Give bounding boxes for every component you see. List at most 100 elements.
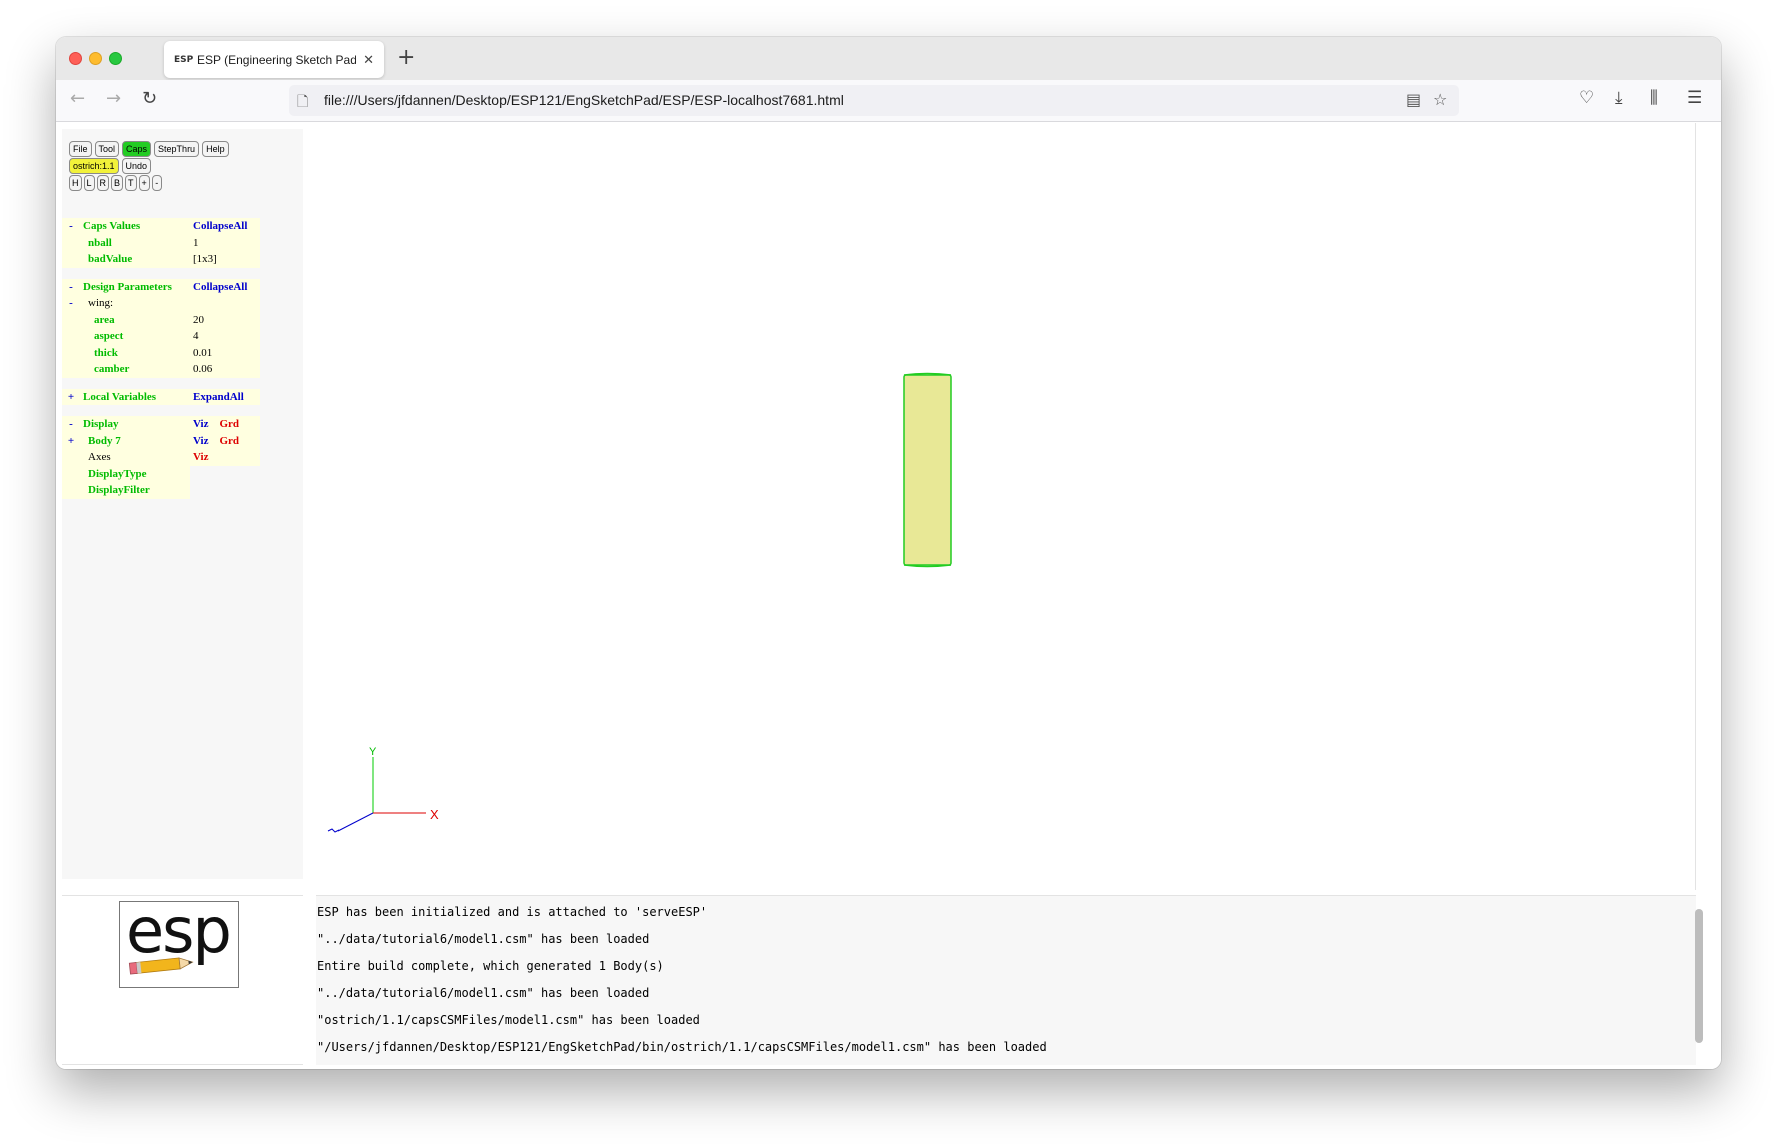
esp-favicon-icon: ESP: [174, 54, 194, 65]
logo-panel: esp: [62, 894, 303, 1065]
main-button-row: File Tool Caps StepThru Help: [69, 141, 229, 157]
new-tab-icon[interactable]: +: [397, 45, 415, 70]
display-viz-link[interactable]: Viz: [193, 418, 208, 430]
help-button[interactable]: Help: [202, 141, 229, 157]
message-line: "../data/tutorial6/model1.csm" has been …: [317, 932, 650, 946]
axes-viz-link[interactable]: Viz: [193, 451, 208, 463]
stepthru-button[interactable]: StepThru: [154, 141, 200, 157]
body-viz-link[interactable]: Viz: [193, 435, 208, 447]
message-line: "/Users/jfdannen/Desktop/ESP121/EngSketc…: [317, 1040, 1047, 1054]
view-bottom-button[interactable]: B: [111, 175, 124, 191]
caps-button[interactable]: Caps: [122, 141, 152, 157]
caps-nball-value[interactable]: 1: [190, 234, 260, 251]
zoom-out-button[interactable]: -: [151, 175, 162, 191]
body-toggle[interactable]: +: [62, 432, 80, 449]
undo-button[interactable]: Undo: [121, 158, 152, 174]
esp-logo: esp: [119, 894, 239, 988]
caps-collapse-all-link[interactable]: CollapseAll: [190, 218, 260, 235]
caps-toggle[interactable]: -: [62, 218, 80, 235]
page-content: File Tool Caps StepThru Help ostrich:1.1…: [56, 123, 1721, 1069]
design-collapse-all-link[interactable]: CollapseAll: [190, 278, 260, 295]
tree-row: + Body 7 Viz Grd: [62, 432, 260, 449]
menu-icon[interactable]: ☰: [1687, 88, 1702, 108]
local-expand-all-link[interactable]: ExpandAll: [190, 388, 260, 405]
browser-window: ESP ESP (Engineering Sketch Pad, V ✕ + ←…: [56, 37, 1721, 1069]
ostrich-button[interactable]: ostrich:1.1: [69, 158, 119, 174]
view-top-button[interactable]: T: [125, 175, 137, 191]
navigation-bar: ← → ↻ 🗋 file:///Users/jfdannen/Desktop/E…: [56, 80, 1721, 122]
caps-badvalue-name[interactable]: badValue: [80, 251, 190, 268]
caps-values-header: - Caps Values CollapseAll: [62, 218, 260, 235]
display-type-link[interactable]: DisplayType: [80, 465, 190, 482]
axes-triad: Y X: [327, 746, 439, 833]
tree-row: camber 0.06: [62, 361, 260, 378]
pocket-icon[interactable]: ♡: [1579, 88, 1594, 108]
display-grd-link[interactable]: Grd: [219, 418, 239, 430]
param-area-value[interactable]: 20: [190, 311, 260, 328]
graphics-canvas[interactable]: Y X: [316, 123, 1696, 890]
display-header: - Display Viz Grd: [62, 416, 260, 433]
bookmark-star-icon[interactable]: ☆: [1433, 90, 1447, 109]
close-icon[interactable]: ✕: [363, 52, 374, 68]
tool-button[interactable]: Tool: [94, 141, 120, 157]
body-name[interactable]: Body 7: [80, 432, 190, 449]
message-line: Entire build complete, which generated 1…: [317, 959, 664, 973]
body-7-shape[interactable]: [903, 372, 952, 568]
param-area-name[interactable]: area: [80, 311, 190, 328]
pencil-icon: [128, 957, 194, 975]
local-toggle[interactable]: +: [62, 388, 80, 405]
local-variables-title: Local Variables: [80, 388, 190, 405]
view-right-button[interactable]: R: [96, 175, 110, 191]
minimize-window-button[interactable]: [89, 52, 102, 65]
reader-view-icon[interactable]: ▤: [1406, 90, 1421, 109]
wing-group-label: wing:: [80, 295, 190, 312]
axis-y-label: Y: [369, 746, 377, 758]
forward-icon[interactable]: →: [106, 88, 121, 109]
library-icon[interactable]: ⫼: [1650, 88, 1658, 108]
param-thick-name[interactable]: thick: [80, 344, 190, 361]
view-button-row: H L R B T + -: [69, 175, 162, 191]
tree-row: thick 0.01: [62, 344, 260, 361]
left-panel: File Tool Caps StepThru Help ostrich:1.1…: [62, 129, 303, 879]
caps-badvalue-value[interactable]: [1x3]: [190, 251, 260, 268]
download-icon[interactable]: ⤓: [1615, 88, 1623, 108]
page-icon: 🗋: [297, 94, 309, 110]
message-window[interactable]: ESP has been initialized and is attached…: [316, 895, 1696, 1065]
close-window-button[interactable]: [69, 52, 82, 65]
tree-window: - Caps Values CollapseAll nball 1 badVal…: [62, 218, 303, 499]
local-variables-header: + Local Variables ExpandAll: [62, 388, 260, 405]
url-text[interactable]: file:///Users/jfdannen/Desktop/ESP121/En…: [324, 92, 844, 108]
axes-name: Axes: [80, 449, 190, 466]
browser-tab[interactable]: ESP ESP (Engineering Sketch Pad, V ✕: [164, 41, 384, 78]
param-camber-value[interactable]: 0.06: [190, 361, 260, 378]
display-title: Display: [80, 416, 190, 433]
message-scrollbar[interactable]: [1695, 909, 1703, 1043]
param-aspect-name[interactable]: aspect: [80, 328, 190, 345]
axis-x-label: X: [430, 807, 439, 822]
caps-nball-name[interactable]: nball: [80, 234, 190, 251]
tree-row: aspect 4: [62, 328, 260, 345]
tree-row: Axes Viz: [62, 449, 260, 466]
view-home-button[interactable]: H: [69, 175, 82, 191]
tab-bar: ESP ESP (Engineering Sketch Pad, V ✕ +: [56, 37, 1721, 80]
display-toggle[interactable]: -: [62, 416, 80, 433]
tree-row: badValue [1x3]: [62, 251, 260, 268]
param-camber-name[interactable]: camber: [80, 361, 190, 378]
file-button[interactable]: File: [69, 141, 92, 157]
display-filter-link[interactable]: DisplayFilter: [80, 482, 190, 499]
body-grd-link[interactable]: Grd: [219, 435, 239, 447]
message-line: "ostrich/1.1/capsCSMFiles/model1.csm" ha…: [317, 1013, 700, 1027]
view-left-button[interactable]: L: [83, 175, 95, 191]
zoom-window-button[interactable]: [109, 52, 122, 65]
reload-icon[interactable]: ↻: [142, 88, 157, 109]
design-toggle[interactable]: -: [62, 278, 80, 295]
zoom-in-button[interactable]: +: [138, 175, 150, 191]
param-aspect-value[interactable]: 4: [190, 328, 260, 345]
wing-toggle[interactable]: -: [62, 295, 80, 312]
graphics-svg: Y X: [327, 372, 952, 833]
back-icon[interactable]: ←: [70, 88, 85, 109]
url-bar[interactable]: 🗋 file:///Users/jfdannen/Desktop/ESP121/…: [289, 85, 1459, 116]
message-line: "../data/tutorial6/model1.csm" has been …: [317, 986, 650, 1000]
param-thick-value[interactable]: 0.01: [190, 344, 260, 361]
tree-row: - wing:: [62, 295, 260, 312]
